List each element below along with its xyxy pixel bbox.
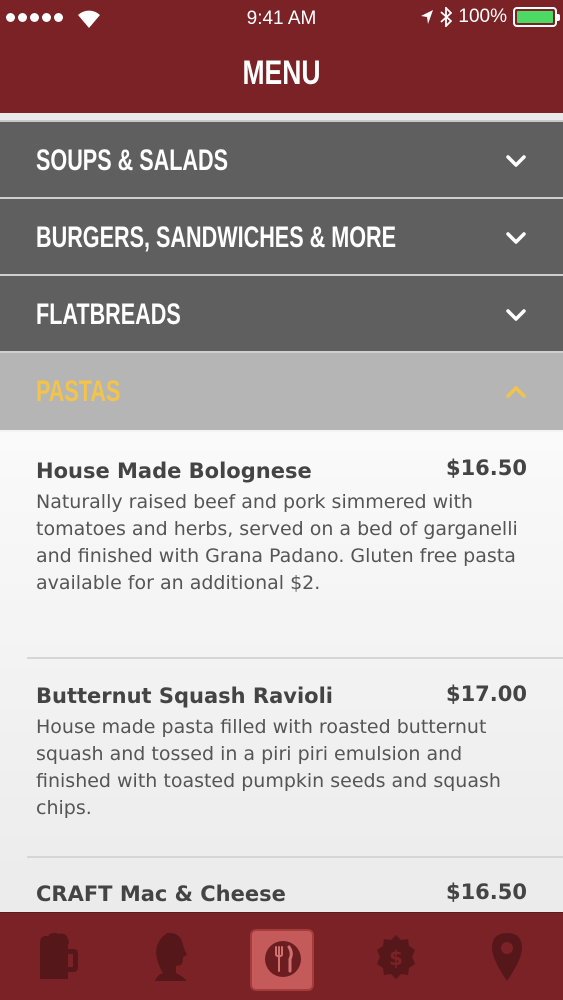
location-arrow-icon — [421, 10, 434, 24]
tab-menu[interactable] — [248, 913, 318, 1000]
category-label: FLATBREADS — [36, 298, 181, 331]
category-pastas[interactable]: PASTAS — [0, 353, 563, 430]
chevron-down-icon — [506, 232, 526, 244]
menu-item[interactable]: CRAFT Mac & Cheese $16.50 — [0, 858, 563, 906]
beer-mug-icon — [40, 932, 78, 979]
item-price: $17.00 — [445, 682, 527, 706]
battery-icon — [513, 7, 560, 27]
menu-category-list: SOUPS & SALADS BURGERS, SANDWICHES & MOR… — [0, 113, 563, 430]
category-label: BURGERS, SANDWICHES & MORE — [36, 221, 397, 254]
item-price: $16.50 — [445, 456, 527, 480]
pasta-items-list: House Made Bolognese $16.50 Naturally ra… — [0, 432, 563, 912]
fork-knife-icon — [265, 941, 301, 977]
svg-text:$: $ — [389, 946, 403, 970]
item-description: Naturally raised beef and pork simmered … — [36, 491, 518, 594]
category-label: SOUPS & SALADS — [36, 144, 229, 177]
tab-beer[interactable] — [22, 913, 92, 1000]
status-bar: 9:41 AM 100% — [0, 0, 563, 38]
page-title: MENU — [242, 54, 321, 92]
item-description: House made pasta filled with roasted but… — [36, 716, 501, 819]
dollar-badge-icon: $ — [377, 935, 415, 979]
category-soups-salads[interactable]: SOUPS & SALADS — [0, 122, 563, 199]
menu-item[interactable]: Butternut Squash Ravioli $17.00 House ma… — [0, 659, 563, 856]
top-bar: 9:41 AM 100% MENU — [0, 0, 563, 113]
item-price: $16.50 — [445, 880, 527, 904]
tab-specials[interactable]: $ — [361, 913, 431, 1000]
location-pin-icon — [492, 933, 522, 981]
menu-item[interactable]: House Made Bolognese $16.50 Naturally ra… — [0, 432, 563, 657]
tab-bar: $ — [0, 912, 563, 1000]
tab-profile[interactable] — [135, 913, 205, 1000]
category-flatbreads[interactable]: FLATBREADS — [0, 276, 563, 353]
chevron-down-icon — [506, 309, 526, 321]
chevron-up-icon — [506, 386, 526, 398]
bluetooth-icon — [440, 7, 453, 27]
profile-head-icon — [155, 932, 187, 981]
chevron-down-icon — [506, 155, 526, 167]
tab-location[interactable] — [472, 913, 542, 1000]
category-label: PASTAS — [36, 375, 121, 408]
category-burgers-sandwiches[interactable]: BURGERS, SANDWICHES & MORE — [0, 199, 563, 276]
battery-percent: 100% — [458, 6, 507, 27]
